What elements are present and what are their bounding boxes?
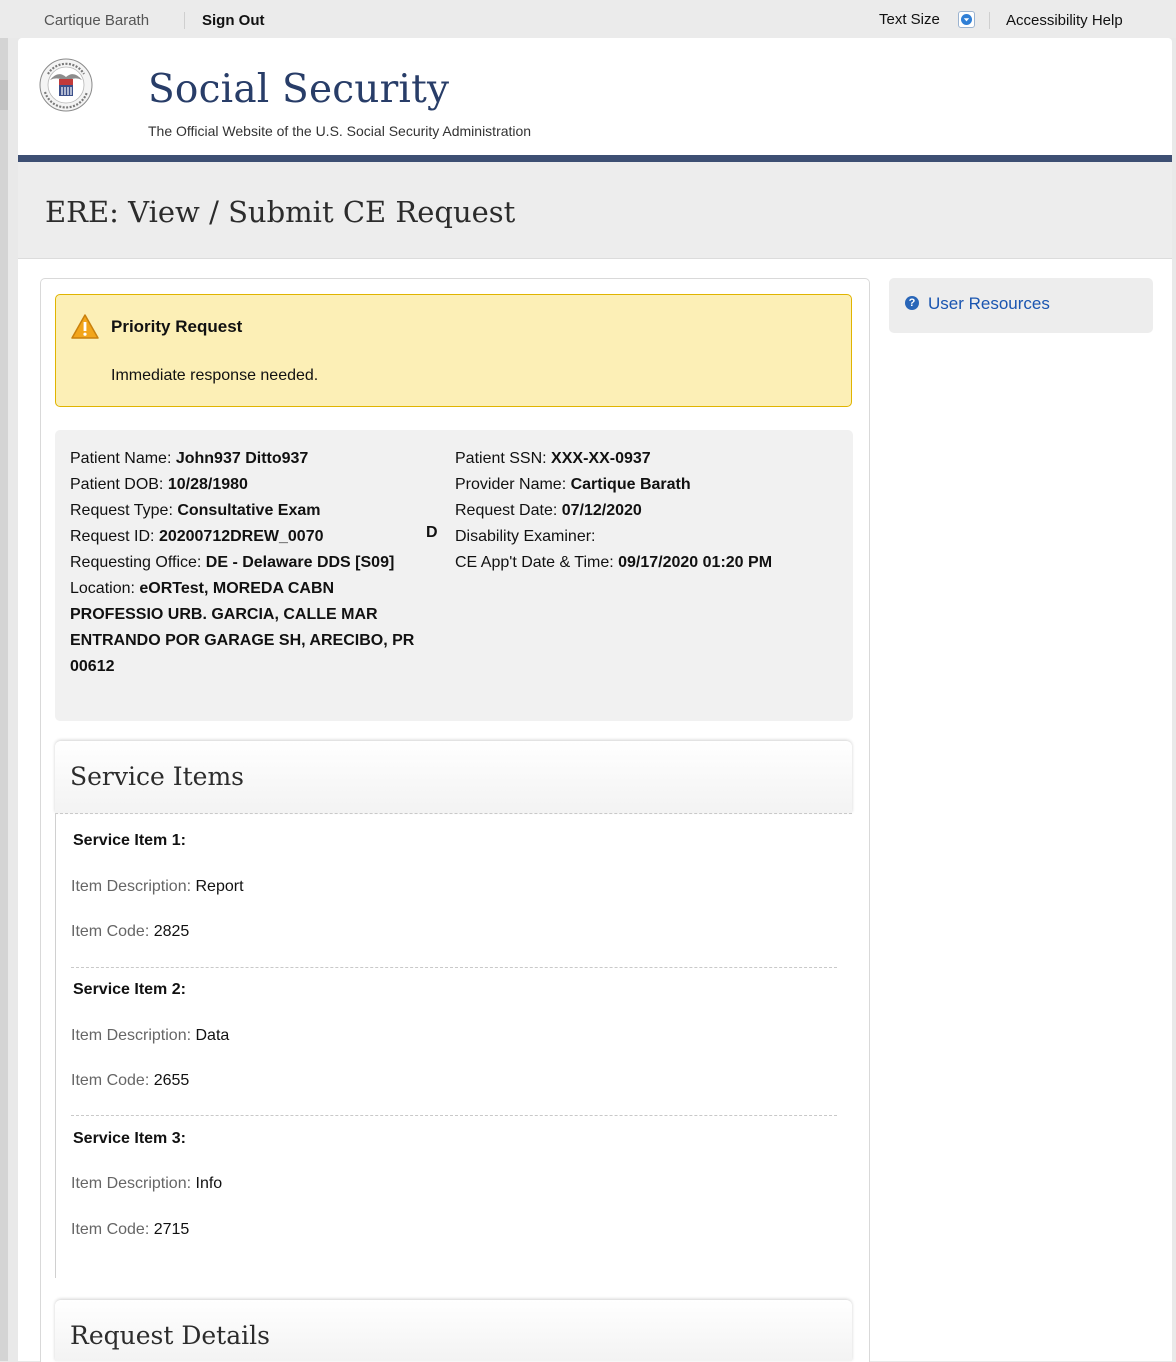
item-description-value: Info — [195, 1175, 223, 1192]
info-value: Cartique Barath — [570, 476, 691, 493]
site-header: Social Security The Official Website of … — [18, 38, 1172, 162]
info-value: 10/28/1980 — [167, 476, 248, 493]
item-code-label: Item Code: — [71, 1072, 150, 1089]
info-row: Request ID: 20200712DREW_0070 — [70, 524, 420, 550]
text-size-dropdown-button[interactable] — [958, 11, 975, 28]
info-label: Patient SSN: — [455, 450, 552, 467]
service-item-title: Service Item 2: — [73, 981, 186, 998]
info-value: DE - Delaware DDS [S09] — [205, 554, 395, 571]
item-description-value: Report — [195, 878, 244, 895]
info-label: Location: — [70, 580, 140, 597]
request-details-heading: Request Details — [70, 1321, 270, 1350]
chevron-down-icon — [961, 14, 972, 25]
utility-divider — [184, 12, 185, 29]
item-code-row: Item Code: 2825 — [71, 923, 189, 941]
priority-alert: Priority Request Immediate response need… — [55, 294, 852, 407]
page-title: ERE: View / Submit CE Request — [45, 195, 516, 229]
info-row: Requesting Office: DE - Delaware DDS [S0… — [70, 550, 420, 576]
info-value: 20200712DREW_0070 — [158, 528, 324, 545]
info-label: Provider Name: — [455, 476, 571, 493]
info-label: Requesting Office: — [70, 554, 206, 571]
item-code-label: Item Code: — [71, 923, 150, 940]
info-value: John937 Ditto937 — [175, 450, 309, 467]
window-left-edge — [0, 38, 8, 1361]
item-code-row: Item Code: 2715 — [71, 1221, 189, 1239]
window-left-edge-shade — [0, 80, 8, 110]
info-row: Patient SSN: XXX-XX-0937 — [455, 446, 835, 472]
info-label: Request Type: — [70, 502, 178, 519]
section-divider — [55, 813, 852, 814]
utility-divider — [989, 12, 990, 29]
request-details-header: Request Details — [55, 1300, 852, 1361]
user-resources-panel: ? User Resources — [889, 278, 1153, 333]
item-code-value: 2825 — [153, 923, 190, 940]
info-value: 07/12/2020 — [561, 502, 642, 519]
info-row: Request Date: 07/12/2020 — [455, 498, 835, 524]
info-value: Consultative Exam — [177, 502, 321, 519]
item-divider — [71, 1115, 837, 1116]
service-items-heading: Service Items — [70, 762, 244, 791]
alert-title: Priority Request — [111, 317, 243, 336]
item-description-row: Item Description: Data — [71, 1027, 229, 1045]
item-description-label: Item Description: — [71, 878, 192, 895]
warning-icon — [71, 314, 99, 339]
patient-info-right: Patient SSN: XXX-XX-0937 Provider Name: … — [455, 446, 835, 576]
info-label: CE App't Date & Time: — [455, 554, 619, 571]
info-row: Disability Examiner: — [455, 524, 835, 550]
info-row: Request Type: Consultative Exam — [70, 498, 420, 524]
patient-info-panel: Patient Name: John937 Ditto937 Patient D… — [55, 430, 853, 721]
info-row: CE App't Date & Time: 09/17/2020 01:20 P… — [455, 550, 815, 576]
info-label: Patient DOB: — [70, 476, 168, 493]
page-title-band: ERE: View / Submit CE Request — [18, 162, 1172, 259]
user-name: Cartique Barath — [44, 12, 150, 29]
item-description-row: Item Description: Report — [71, 878, 244, 896]
info-row: Patient Name: John937 Ditto937 — [70, 446, 420, 472]
info-row: Patient DOB: 10/28/1980 — [70, 472, 420, 498]
item-description-label: Item Description: — [71, 1027, 192, 1044]
user-resources-link[interactable]: User Resources — [928, 294, 1050, 314]
info-label: Request ID: — [70, 528, 159, 545]
item-description-label: Item Description: — [71, 1175, 192, 1192]
help-circle-icon: ? — [905, 296, 919, 310]
info-row: Provider Name: Cartique Barath — [455, 472, 835, 498]
header-rule — [18, 155, 1172, 162]
item-divider — [71, 967, 837, 968]
item-description-value: Data — [195, 1027, 230, 1044]
service-items-header: Service Items — [55, 741, 852, 813]
item-code-row: Item Code: 2655 — [71, 1072, 189, 1090]
ssa-seal-logo[interactable] — [39, 58, 93, 112]
info-value: 09/17/2020 01:20 PM — [618, 554, 773, 571]
patient-info-left: Patient Name: John937 Ditto937 Patient D… — [70, 446, 420, 680]
service-item-title: Service Item 3: — [73, 1130, 186, 1147]
request-id-flag: D — [426, 524, 438, 541]
text-size-label[interactable]: Text Size — [879, 11, 940, 28]
section-left-border — [55, 813, 56, 1278]
service-item-title: Service Item 1: — [73, 832, 186, 849]
info-label: Request Date: — [455, 502, 562, 519]
item-code-value: 2715 — [153, 1221, 190, 1238]
item-code-value: 2655 — [153, 1072, 190, 1089]
brand-tagline: The Official Website of the U.S. Social … — [148, 123, 532, 139]
info-value: XXX-XX-0937 — [551, 450, 651, 467]
brand-title[interactable]: Social Security — [148, 67, 449, 112]
info-row: Location: eORTest, MOREDA CABN PROFESSIO… — [70, 576, 420, 680]
utility-bar: Cartique Barath Sign Out Text Size Acces… — [0, 0, 1176, 38]
sign-out-link[interactable]: Sign Out — [202, 12, 265, 29]
accessibility-help-link[interactable]: Accessibility Help — [1006, 12, 1123, 29]
item-description-row: Item Description: Info — [71, 1175, 222, 1193]
alert-message: Immediate response needed. — [111, 367, 319, 384]
info-label: Patient Name: — [70, 450, 176, 467]
item-code-label: Item Code: — [71, 1221, 150, 1238]
info-label: Disability Examiner: — [455, 528, 596, 545]
